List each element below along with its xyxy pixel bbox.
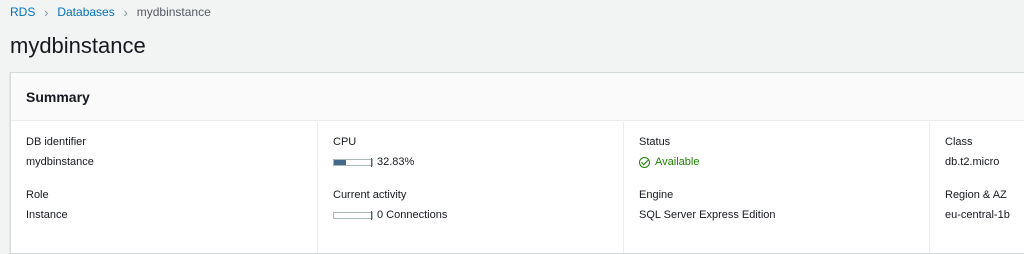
page-title: mydbinstance xyxy=(10,33,146,58)
role-label: Role xyxy=(26,189,49,201)
summary-column-config: Class db.t2.micro Region & AZ eu-central… xyxy=(929,122,1024,253)
current-activity-label: Current activity xyxy=(333,189,407,201)
engine-label: Engine xyxy=(639,189,674,201)
db-identifier-value: mydbinstance xyxy=(26,156,94,168)
summary-column-state: Status Available Engine SQL Server Expre… xyxy=(623,122,929,253)
role-field: Role Instance xyxy=(26,188,313,222)
region-az-value: eu-central-1b xyxy=(945,209,1010,221)
region-az-label: Region & AZ xyxy=(945,189,1007,201)
current-activity-value: 0 Connections xyxy=(377,209,448,221)
cpu-value: 32.83% xyxy=(377,156,415,168)
region-az-field: Region & AZ eu-central-1b xyxy=(945,188,1024,222)
chevron-right-icon: › xyxy=(123,4,128,20)
class-field: Class db.t2.micro xyxy=(945,135,1024,169)
summary-panel: Summary DB identifier mydbinstance Role … xyxy=(10,72,1024,254)
role-value: Instance xyxy=(26,209,68,221)
engine-value: SQL Server Express Edition xyxy=(639,209,776,221)
summary-column-metrics: CPU 32.83% Current activity 0 Connection… xyxy=(317,122,623,253)
chevron-right-icon: › xyxy=(44,4,49,20)
db-identifier-label: DB identifier xyxy=(26,136,86,148)
class-value: db.t2.micro xyxy=(945,156,1000,168)
breadcrumb: RDS › Databases › mydbinstance xyxy=(10,3,211,21)
summary-column-identity: DB identifier mydbinstance Role Instance xyxy=(11,122,317,253)
engine-field: Engine SQL Server Express Edition xyxy=(639,188,925,222)
check-circle-icon xyxy=(639,156,650,168)
db-identifier-field: DB identifier mydbinstance xyxy=(26,135,313,169)
status-field: Status Available xyxy=(639,135,925,169)
status-label: Status xyxy=(639,136,671,148)
summary-header: Summary xyxy=(11,73,1024,121)
status-value-row: Available xyxy=(639,155,925,169)
connections-meter-limit-mark xyxy=(371,210,372,220)
cpu-value-row: 32.83% xyxy=(333,155,619,169)
current-activity-field: Current activity 0 Connections xyxy=(333,188,619,222)
status-value: Available xyxy=(655,156,700,168)
cpu-label: CPU xyxy=(333,136,357,148)
cpu-meter-fill xyxy=(334,159,347,165)
current-activity-value-row: 0 Connections xyxy=(333,208,619,222)
summary-title: Summary xyxy=(26,88,90,105)
class-label: Class xyxy=(945,136,973,148)
connections-meter xyxy=(333,210,373,220)
cpu-meter-limit-mark xyxy=(371,157,372,167)
breadcrumb-databases-link[interactable]: Databases xyxy=(57,5,114,19)
breadcrumb-rds-link[interactable]: RDS xyxy=(10,5,35,19)
cpu-field: CPU 32.83% xyxy=(333,135,619,169)
breadcrumb-current: mydbinstance xyxy=(136,5,211,19)
cpu-meter xyxy=(333,157,373,167)
